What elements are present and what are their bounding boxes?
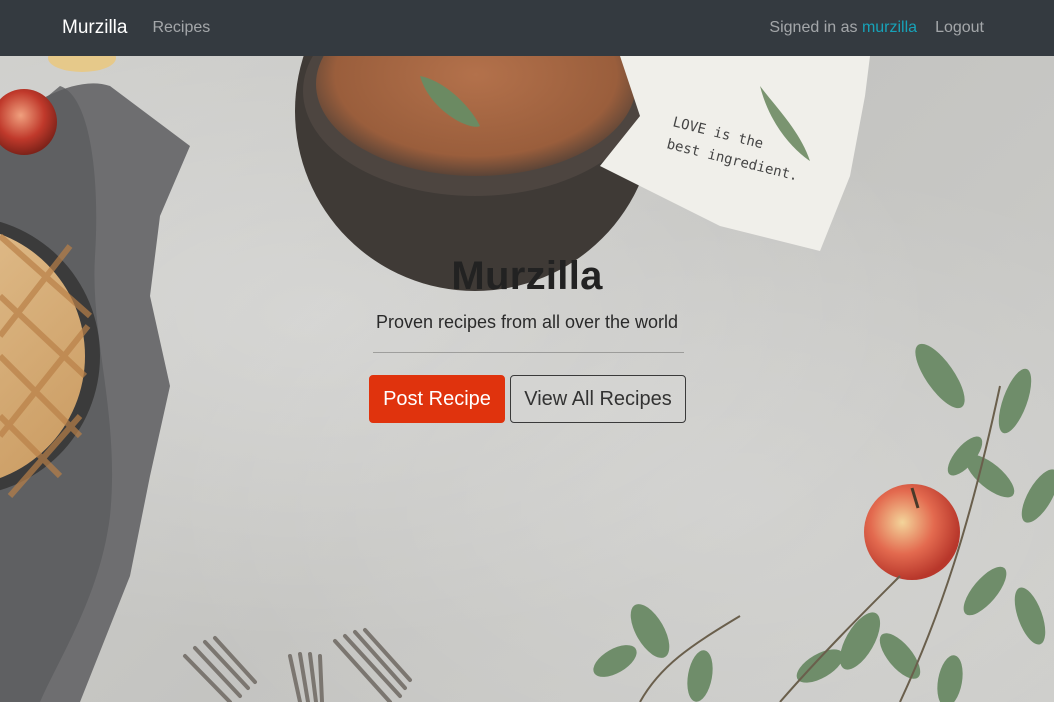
brand-link[interactable]: Murzilla (62, 17, 127, 39)
logout-link[interactable]: Logout (935, 19, 984, 37)
username-link[interactable]: murzilla (862, 19, 917, 36)
hero-title: Murzilla (451, 254, 603, 298)
hero-divider (373, 352, 684, 353)
top-navbar: Murzilla Recipes Signed in as murzilla L… (0, 0, 1054, 56)
hero-lead-text: Proven recipes from all over the world (375, 312, 679, 332)
post-recipe-button[interactable]: Post Recipe (369, 375, 505, 423)
view-all-recipes-button[interactable]: View All Recipes (510, 375, 686, 423)
hero-jumbotron: Murzilla Proven recipes from all over th… (0, 56, 1054, 702)
nav-recipes-link[interactable]: Recipes (152, 19, 210, 37)
signed-in-text: Signed in as murzilla (769, 19, 917, 37)
signed-in-prefix: Signed in as (769, 19, 862, 36)
